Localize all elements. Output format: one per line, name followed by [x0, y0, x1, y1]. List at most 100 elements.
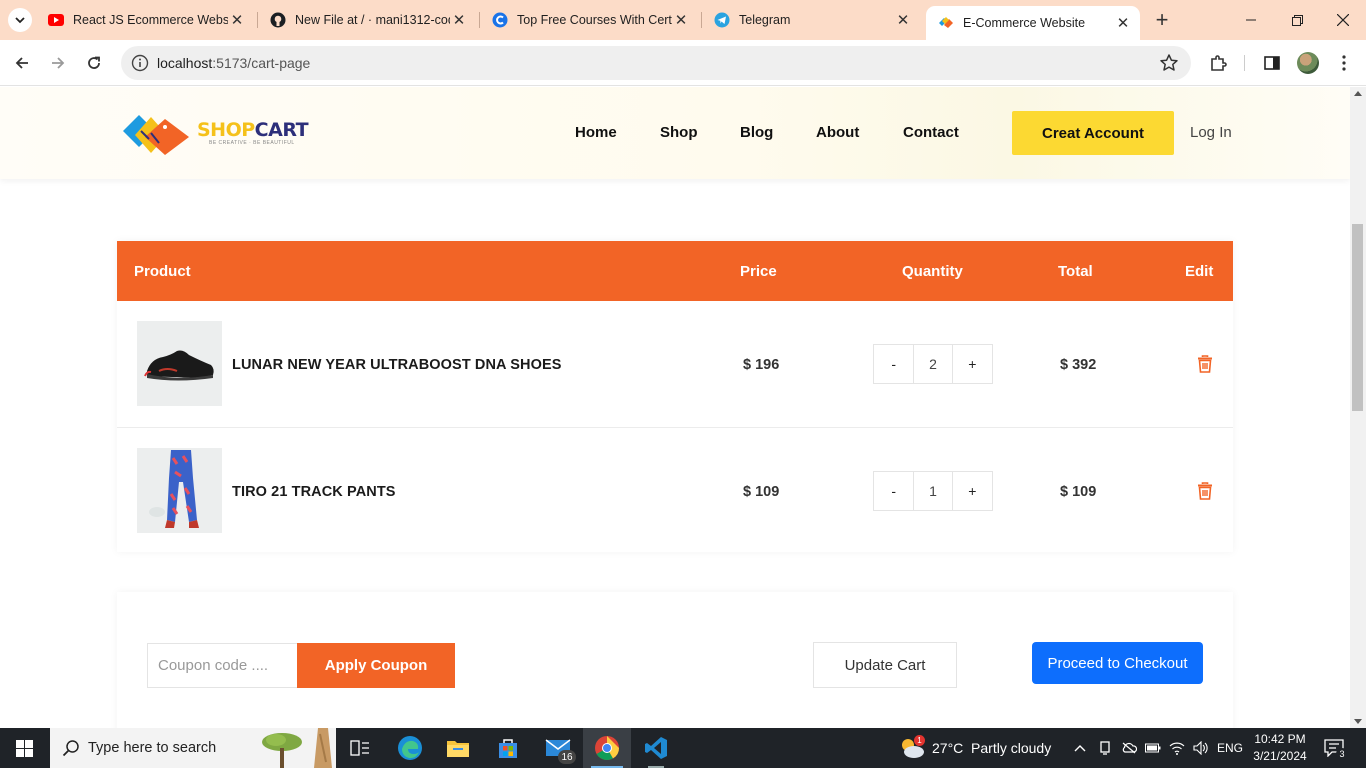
tray-cloud[interactable] — [1120, 728, 1138, 768]
logo-word-shop: SHOP — [197, 119, 255, 141]
apply-coupon-button[interactable]: Apply Coupon — [297, 643, 455, 688]
bookmark-star-icon[interactable] — [1159, 53, 1179, 73]
tab-telegram[interactable]: Telegram ✕ — [702, 0, 920, 40]
weather-widget[interactable]: 1 27°C Partly cloudy — [898, 728, 1051, 768]
site-info-icon[interactable] — [131, 54, 149, 72]
page-viewport: SHOPCART BE CREATIVE · BE BEAUTIFUL Home… — [0, 87, 1350, 728]
decrease-quantity-button[interactable]: - — [874, 472, 913, 510]
nav-blog[interactable]: Blog — [740, 124, 773, 141]
taskbar-chrome[interactable] — [583, 728, 631, 768]
start-button[interactable] — [0, 728, 48, 768]
weather-alert-badge: 1 — [914, 735, 925, 746]
tray-wifi[interactable] — [1168, 728, 1186, 768]
quantity-value[interactable]: 1 — [913, 472, 953, 510]
increase-quantity-button[interactable]: + — [953, 472, 992, 510]
restore-button[interactable] — [1274, 0, 1320, 40]
product-image-pants[interactable] — [137, 448, 222, 533]
nav-about[interactable]: About — [816, 124, 859, 141]
product-name[interactable]: LUNAR NEW YEAR ULTRABOOST DNA SHOES — [232, 357, 562, 373]
windows-taskbar: Type here to search 16 1 27°C Partly clo… — [0, 728, 1366, 768]
cart-row: LUNAR NEW YEAR ULTRABOOST DNA SHOES $ 19… — [117, 301, 1233, 427]
profile-avatar[interactable] — [1297, 52, 1319, 74]
tray-device[interactable] — [1096, 728, 1114, 768]
quantity-stepper: - 2 + — [873, 344, 993, 384]
scroll-up-arrow-icon[interactable] — [1354, 91, 1362, 96]
browser-menu-button[interactable] — [1332, 51, 1356, 75]
scroll-down-arrow-icon[interactable] — [1354, 719, 1362, 724]
pants-image — [149, 450, 199, 528]
product-price: $ 109 — [743, 484, 780, 500]
puzzle-icon — [1211, 55, 1227, 71]
logo-wordmark: SHOPCART — [197, 119, 309, 141]
logo-tags-icon — [123, 115, 189, 155]
show-hidden-icons-button[interactable] — [1072, 728, 1088, 768]
taskbar-file-explorer[interactable] — [434, 728, 482, 768]
increase-quantity-button[interactable]: + — [953, 345, 992, 383]
login-link[interactable]: Log In — [1190, 124, 1232, 141]
cart-row: TIRO 21 TRACK PANTS $ 109 - 1 + $ 109 — [117, 427, 1233, 553]
update-cart-button[interactable]: Update Cart — [813, 642, 957, 688]
tab-title: E-Commerce Website — [963, 16, 1086, 30]
reload-button[interactable] — [80, 49, 108, 77]
side-panel-button[interactable] — [1260, 51, 1284, 75]
url-host: localhost — [157, 55, 213, 71]
notification-count: 3 — [1336, 748, 1348, 760]
taskbar-mail[interactable]: 16 — [534, 728, 582, 768]
tab-youtube[interactable]: React JS Ecommerce Website ✕ — [36, 0, 254, 40]
notification-center-button[interactable]: 3 — [1322, 736, 1348, 760]
tray-language[interactable]: ENG — [1216, 728, 1244, 768]
proceed-to-checkout-button[interactable]: Proceed to Checkout — [1032, 642, 1203, 684]
nav-shop[interactable]: Shop — [660, 124, 698, 141]
youtube-icon — [48, 12, 64, 28]
telegram-icon — [714, 12, 730, 28]
product-name[interactable]: TIRO 21 TRACK PANTS — [232, 484, 396, 500]
browser-tab-bar: React JS Ecommerce Website ✕ New File at… — [0, 0, 1366, 40]
url-text: localhost:5173/cart-page — [157, 55, 310, 71]
close-icon[interactable]: ✕ — [894, 11, 912, 29]
tray-battery[interactable] — [1144, 728, 1162, 768]
quantity-value[interactable]: 2 — [913, 345, 953, 383]
close-icon[interactable]: ✕ — [228, 11, 246, 29]
nav-contact[interactable]: Contact — [903, 124, 959, 141]
restore-icon — [1291, 14, 1303, 26]
back-button[interactable] — [8, 49, 36, 77]
extensions-button[interactable] — [1206, 51, 1230, 75]
coupon-code-input[interactable]: Coupon code .... — [147, 643, 297, 688]
logo-word-cart: CART — [254, 119, 309, 141]
close-icon[interactable]: ✕ — [1114, 14, 1132, 32]
taskbar-store[interactable] — [484, 728, 532, 768]
taskbar-vscode[interactable] — [632, 728, 680, 768]
tab-search-button[interactable] — [8, 8, 32, 32]
forward-button[interactable] — [44, 49, 72, 77]
tab-ecommerce-active[interactable]: E-Commerce Website ✕ — [926, 6, 1140, 40]
minimize-button[interactable] — [1228, 0, 1274, 40]
tab-title: React JS Ecommerce Website — [73, 13, 228, 27]
task-view-button[interactable] — [336, 728, 384, 768]
close-icon[interactable]: ✕ — [450, 11, 468, 29]
close-window-button[interactable] — [1320, 0, 1366, 40]
address-bar[interactable]: localhost:5173/cart-page — [121, 46, 1191, 80]
site-logo[interactable]: SHOPCART BE CREATIVE · BE BEAUTIFUL — [121, 109, 321, 157]
create-account-button[interactable]: Creat Account — [1012, 111, 1174, 155]
taskbar-clock[interactable]: 10:42 PM 3/21/2024 — [1250, 731, 1310, 765]
search-highlight-tree-icon — [262, 728, 332, 768]
logo-tagline: BE CREATIVE · BE BEAUTIFUL — [209, 140, 295, 146]
taskbar-edge[interactable] — [386, 728, 434, 768]
nav-home[interactable]: Home — [575, 124, 617, 141]
trash-icon[interactable] — [1197, 355, 1213, 373]
decrease-quantity-button[interactable]: - — [874, 345, 913, 383]
wifi-icon — [1169, 742, 1185, 755]
new-tab-button[interactable]: + — [1150, 7, 1174, 32]
tab-github[interactable]: New File at / · mani1312-code ✕ — [258, 0, 476, 40]
product-image-shoes[interactable] — [137, 321, 222, 406]
header-total: Total — [1058, 263, 1093, 280]
tab-courses[interactable]: Top Free Courses With Certificate ✕ — [480, 0, 698, 40]
arrow-left-icon — [15, 57, 28, 69]
scrollbar-thumb[interactable] — [1352, 224, 1363, 411]
search-placeholder: Type here to search — [88, 740, 217, 756]
taskbar-search-box[interactable]: Type here to search — [50, 728, 336, 768]
trash-icon[interactable] — [1197, 482, 1213, 500]
close-icon[interactable]: ✕ — [672, 11, 690, 29]
tray-volume[interactable] — [1192, 728, 1210, 768]
page-scrollbar[interactable] — [1350, 87, 1366, 728]
